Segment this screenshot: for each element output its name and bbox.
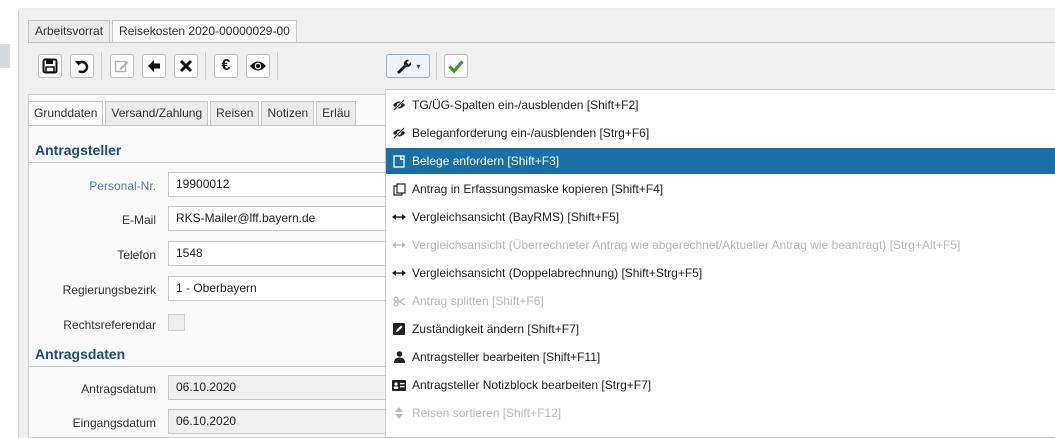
menu-item-tg-ug-spalten[interactable]: TG/ÜG-Spalten ein-/ausblenden [Shift+F2] (386, 92, 1055, 118)
menu-item-label: Antragsteller bearbeiten [Shift+F11] (412, 350, 601, 364)
tab-erlaeuterungen[interactable]: Erläu (316, 101, 357, 125)
menu-item-label: Vergleichsansicht (Überrechneter Antrag … (412, 238, 961, 252)
menu-item-zustaendigkeit[interactable]: Zuständigkeit ändern [Shift+F7] (386, 316, 1055, 342)
arrows-horizontal-icon (392, 238, 406, 252)
check-icon (448, 60, 464, 74)
menu-item-antrag-kopieren[interactable]: Antrag in Erfassungsmaske kopieren [Shif… (386, 176, 1055, 202)
subtab-divider (28, 125, 388, 126)
view-button[interactable] (246, 54, 270, 78)
section-title-antragsdaten: Antragsdaten (35, 346, 126, 362)
tools-menu: TG/ÜG-Spalten ein-/ausblenden [Shift+F2]… (385, 89, 1055, 438)
regierungsbezirk-select[interactable]: 1 - Oberbayern (168, 276, 388, 301)
tab-arbeitsvorrat[interactable]: Arbeitsvorrat (28, 20, 111, 42)
document-icon (392, 154, 406, 168)
undo-button[interactable] (70, 54, 94, 78)
menu-item-label: Beleganforderung ein-/ausblenden [Strg+F… (412, 126, 650, 140)
menu-item-notizblock[interactable]: Antragsteller Notizblock bearbeiten [Str… (386, 372, 1055, 398)
arrows-horizontal-icon (392, 266, 406, 280)
menu-item-vergleichsansicht-doppel[interactable]: Vergleichsansicht (Doppelabrechnung) [Sh… (386, 260, 1055, 286)
chevron-down-icon: ▾ (416, 61, 421, 71)
eye-slash-icon (392, 126, 406, 140)
copy-icon (392, 182, 406, 196)
toolbar-separator (436, 52, 437, 80)
left-edge (0, 0, 16, 438)
tab-versand-zahlung[interactable]: Versand/Zahlung (105, 101, 209, 125)
left-edge-marker (0, 44, 10, 68)
arrows-horizontal-icon (392, 210, 406, 224)
label-rechtsreferendar: Rechtsreferendar (63, 318, 156, 332)
euro-icon: € (221, 57, 231, 74)
confirm-button[interactable] (444, 54, 468, 78)
tab-divider (28, 42, 1055, 43)
menu-item-antragsteller-bearbeiten[interactable]: Antragsteller bearbeiten [Shift+F11] (386, 344, 1055, 370)
euro-button[interactable]: € (214, 54, 238, 78)
top-strip (18, 8, 1055, 11)
rechtsreferendar-checkbox[interactable] (168, 314, 185, 331)
menu-item-label: Belege anfordern [Shift+F3] (412, 154, 560, 168)
edit-square-icon (392, 322, 406, 336)
edit-button[interactable] (110, 54, 134, 78)
menu-item-vergleichsansicht-ueberrechnet: Vergleichsansicht (Überrechneter Antrag … (386, 232, 1055, 258)
toolbar: € ▾ (28, 44, 1055, 88)
tab-reisekosten[interactable]: Reisekosten 2020-00000029-00 (112, 20, 297, 42)
section-divider (28, 366, 388, 367)
menu-item-vergleichsansicht-bayrms[interactable]: Vergleichsansicht (BayRMS) [Shift+F5] (386, 204, 1055, 230)
menu-item-label: TG/ÜG-Spalten ein-/ausblenden [Shift+F2] (412, 98, 639, 112)
menu-item-label: Antrag splitten [Shift+F6] (412, 294, 544, 308)
tab-notizen[interactable]: Notizen (261, 101, 315, 125)
tools-dropdown-button[interactable]: ▾ (386, 54, 430, 78)
menu-item-belege-anfordern[interactable]: Belege anfordern [Shift+F3] (386, 148, 1055, 174)
label-email: E-Mail (121, 213, 156, 227)
back-button[interactable] (142, 54, 166, 78)
toolbar-separator (277, 52, 278, 80)
edit-icon (114, 60, 129, 73)
sub-tabs: Grunddaten Versand/Zahlung Reisen Notize… (28, 101, 388, 125)
section-divider (28, 162, 388, 163)
id-card-icon (392, 378, 406, 392)
eye-icon (250, 61, 266, 71)
telefon-field[interactable]: 1548 (168, 241, 388, 266)
personal-nr-field[interactable]: 19900012 (168, 172, 388, 197)
menu-item-label: Antragsteller Notizblock bearbeiten [Str… (412, 378, 652, 392)
menu-item-label: Zuständigkeit ändern [Shift+F7] (412, 322, 580, 336)
save-icon (42, 58, 58, 74)
cancel-button[interactable] (174, 54, 198, 78)
undo-icon (75, 60, 89, 74)
wrench-icon (397, 59, 412, 74)
tab-reisen[interactable]: Reisen (210, 101, 260, 125)
menu-item-label: Antrag in Erfassungsmaske kopieren [Shif… (412, 182, 664, 196)
cancel-icon (179, 59, 193, 73)
label-antragsdatum: Antragsdatum (81, 382, 156, 396)
menu-item-label: Reisen sortieren [Shift+F12] (412, 406, 562, 420)
menu-item-antrag-splitten: Antrag splitten [Shift+F6] (386, 288, 1055, 314)
label-personal-nr: Personal-Nr. (89, 179, 156, 193)
eingangsdatum-field[interactable]: 06.10.2020 (168, 409, 388, 434)
eye-slash-icon (392, 98, 406, 112)
tab-grunddaten[interactable]: Grunddaten (28, 101, 104, 125)
back-arrow-icon (148, 60, 160, 72)
menu-item-beleganforderung[interactable]: Beleganforderung ein-/ausblenden [Strg+F… (386, 120, 1055, 146)
menu-item-label: Vergleichsansicht (Doppelabrechnung) [Sh… (412, 266, 703, 280)
label-telefon: Telefon (117, 248, 156, 262)
label-regierungsbezirk: Regierungsbezirk (62, 283, 156, 297)
user-icon (392, 350, 406, 364)
menu-item-reisen-sortieren: Reisen sortieren [Shift+F12] (386, 400, 1055, 426)
menu-item-label: Vergleichsansicht (BayRMS) [Shift+F5] (412, 210, 620, 224)
label-eingangsdatum: Eingangsdatum (72, 416, 156, 430)
sort-icon (392, 406, 406, 420)
email-field[interactable]: RKS-Mailer@lff.bayern.de (168, 206, 388, 231)
antragsdatum-field[interactable]: 06.10.2020 (168, 375, 388, 400)
toolbar-separator (205, 52, 206, 80)
section-title-antragsteller: Antragsteller (35, 142, 122, 158)
toolbar-separator (101, 52, 102, 80)
scissors-icon (392, 294, 406, 308)
document-tabs: Arbeitsvorrat Reisekosten 2020-00000029-… (28, 20, 297, 42)
save-button[interactable] (38, 54, 62, 78)
